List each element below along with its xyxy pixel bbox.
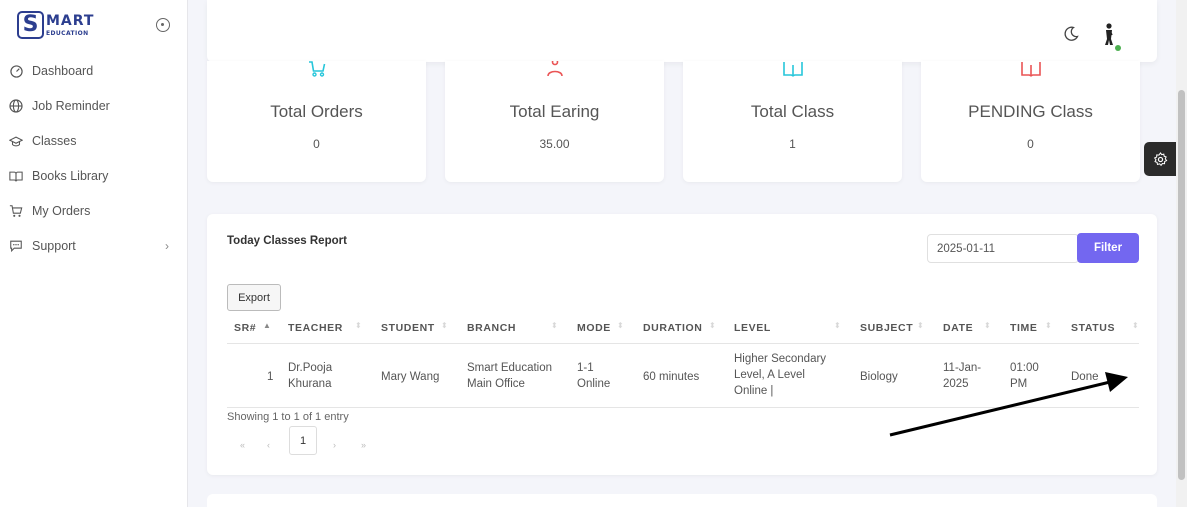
cell-level: Higher Secondary Level, A Level Online | xyxy=(734,353,827,397)
cell-duration: 60 minutes xyxy=(643,371,700,383)
cell-sr: 1 xyxy=(267,371,274,383)
book-icon xyxy=(782,62,803,77)
table-info: Showing 1 to 1 of 1 entry xyxy=(227,411,349,423)
cell-mode: 1-1 Online xyxy=(577,362,611,390)
user-icon xyxy=(546,61,563,77)
brand-name: MART xyxy=(46,12,95,29)
sort-icon[interactable]: ⬍ xyxy=(355,321,362,330)
sidebar-item-label: Dashboard xyxy=(32,64,94,78)
column-header-mode[interactable]: MODE xyxy=(577,322,611,334)
stat-title: PENDING Class xyxy=(968,102,1093,121)
chevron-right-icon: › xyxy=(165,239,169,253)
cell-subject: Biology xyxy=(860,371,898,383)
stat-value: 0 xyxy=(1027,137,1034,151)
page-scrollbar[interactable] xyxy=(1176,0,1187,507)
brand-tagline: EDUCATION xyxy=(46,29,89,37)
export-button[interactable]: Export xyxy=(227,284,281,311)
column-header-subject[interactable]: SUBJECT xyxy=(860,322,913,334)
stat-title: Total Class xyxy=(750,102,835,121)
pagination-next[interactable]: › xyxy=(333,440,336,450)
pagination-first[interactable]: « xyxy=(240,440,245,450)
header-divider xyxy=(227,343,1139,344)
sidebar-item-label: Books Library xyxy=(32,169,109,183)
filter-button[interactable]: Filter xyxy=(1077,233,1139,263)
pagination-last[interactable]: » xyxy=(361,440,366,450)
book-icon xyxy=(1020,62,1041,77)
sidebar-item-label: Classes xyxy=(32,134,77,148)
theme-customizer-button[interactable] xyxy=(1144,142,1176,176)
stat-title: Total Orders xyxy=(270,102,363,121)
sidebar-item-classes[interactable]: Classes xyxy=(9,134,179,148)
stat-value: 35.00 xyxy=(539,137,570,151)
brand-logo[interactable]: S MART EDUCATION xyxy=(17,11,94,39)
column-header-date[interactable]: DATE xyxy=(943,322,973,334)
sidebar: S MART EDUCATION Dashboard Job Reminder … xyxy=(0,0,188,507)
message-icon xyxy=(9,239,23,253)
sidebar-item-label: Job Reminder xyxy=(32,99,110,113)
sidebar-toggle-icon[interactable] xyxy=(156,18,170,32)
gear-icon xyxy=(1153,151,1167,166)
column-header-duration[interactable]: DURATION xyxy=(643,322,702,334)
report-title: Today Classes Report xyxy=(227,235,347,247)
sidebar-item-dashboard[interactable]: Dashboard xyxy=(9,64,179,78)
stat-value: 0 xyxy=(313,137,320,151)
dashboard-icon xyxy=(9,64,23,78)
stat-card-total-orders: Total Orders 0 xyxy=(207,61,426,182)
cart-icon xyxy=(308,61,325,77)
top-navbar xyxy=(207,0,1157,62)
sidebar-item-my-orders[interactable]: My Orders xyxy=(9,204,179,218)
column-header-student[interactable]: STUDENT xyxy=(381,322,435,334)
graduation-cap-icon xyxy=(9,134,23,148)
sort-icon[interactable]: ⬍ xyxy=(1045,321,1052,330)
stat-title: Total Earing xyxy=(509,102,600,121)
row-divider xyxy=(227,407,1139,408)
stat-value: 1 xyxy=(789,137,796,151)
cell-branch: Smart Education Main Office xyxy=(467,362,553,390)
cart-icon xyxy=(9,204,23,218)
book-icon xyxy=(9,169,23,183)
sidebar-item-books-library[interactable]: Books Library xyxy=(9,169,179,183)
logo-mark: S xyxy=(17,11,44,39)
cell-time: 01:00 PM xyxy=(1010,362,1039,390)
pagination-prev[interactable]: ‹ xyxy=(267,440,270,450)
sidebar-item-support[interactable]: Support › xyxy=(9,239,179,253)
sort-icon[interactable]: ⬍ xyxy=(1132,321,1139,330)
stat-card-pending-class: PENDING Class 0 xyxy=(921,61,1140,182)
stat-card-total-class: Total Class 1 xyxy=(683,61,902,182)
sort-icon[interactable]: ⬍ xyxy=(551,321,558,330)
cell-status: Done xyxy=(1071,371,1099,383)
cell-date: 11-Jan- 2025 xyxy=(943,362,982,390)
stat-card-total-earing: Total Earing 35.00 xyxy=(445,61,664,182)
pagination-page-1[interactable]: 1 xyxy=(289,426,317,455)
sidebar-item-job-reminder[interactable]: Job Reminder xyxy=(9,99,179,113)
column-header-sr[interactable]: SR# xyxy=(234,322,256,334)
sort-icon[interactable]: ⬍ xyxy=(984,321,991,330)
sort-asc-icon[interactable]: ▲ xyxy=(263,321,271,330)
scrollbar-thumb[interactable] xyxy=(1178,90,1185,480)
sidebar-item-label: My Orders xyxy=(32,204,91,218)
sort-icon[interactable]: ⬍ xyxy=(834,321,841,330)
moon-icon[interactable] xyxy=(1063,26,1079,42)
today-classes-report-card: Today Classes Report Filter Export SR# ▲… xyxy=(207,214,1157,475)
column-header-branch[interactable]: BRANCH xyxy=(467,322,516,334)
column-header-level[interactable]: LEVEL xyxy=(734,322,771,334)
column-header-time[interactable]: TIME xyxy=(1010,322,1037,334)
sort-icon[interactable]: ⬍ xyxy=(441,321,448,330)
column-header-teacher[interactable]: TEACHER xyxy=(288,322,343,334)
globe-icon xyxy=(9,99,23,113)
sidebar-item-label: Support xyxy=(32,239,76,253)
column-header-status[interactable]: STATUS xyxy=(1071,322,1115,334)
sort-icon[interactable]: ⬍ xyxy=(917,321,924,330)
sort-icon[interactable]: ⬍ xyxy=(709,321,716,330)
cell-student: Mary Wang xyxy=(381,371,440,383)
cell-teacher: Dr.Pooja Khurana xyxy=(288,362,333,390)
online-status-dot xyxy=(1115,45,1121,51)
sort-icon[interactable]: ⬍ xyxy=(617,321,624,330)
date-filter-input[interactable] xyxy=(927,234,1079,263)
next-section-card xyxy=(207,494,1157,507)
